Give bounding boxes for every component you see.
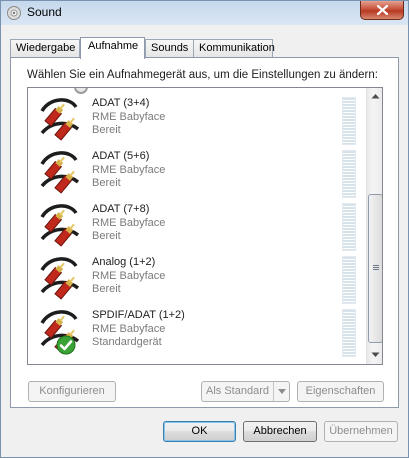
device-driver: RME Babyface xyxy=(92,111,166,123)
green-checkmark-icon xyxy=(56,335,76,355)
device-name: ADAT (7+8) xyxy=(92,203,150,215)
close-icon xyxy=(377,5,388,15)
device-name: ADAT (3+4) xyxy=(92,97,150,109)
tab-aufnahme[interactable]: Aufnahme xyxy=(80,37,145,59)
chevron-down-icon xyxy=(278,389,286,394)
device-item[interactable]: ADAT (5+6) RME Babyface Bereit xyxy=(28,146,366,199)
configure-button[interactable]: Konfigurieren xyxy=(28,381,116,402)
tab-kommunikation[interactable]: Kommunikation xyxy=(193,39,275,58)
speaker-icon xyxy=(6,5,22,21)
device-status: Standardgerät xyxy=(92,336,162,348)
device-driver: RME Babyface xyxy=(92,323,166,335)
instruction-text: Wählen Sie ein Aufnahmegerät aus, um die… xyxy=(27,69,378,81)
window-title: Sound xyxy=(27,5,62,19)
rca-cable-icon xyxy=(36,148,86,198)
close-button[interactable] xyxy=(360,1,404,20)
rca-cable-icon xyxy=(36,254,86,304)
device-name: Analog (1+2) xyxy=(92,256,156,268)
level-meter xyxy=(342,309,356,357)
device-driver: RME Babyface xyxy=(92,217,166,229)
tab-sounds[interactable]: Sounds xyxy=(145,39,194,58)
rca-cable-icon xyxy=(36,95,86,145)
properties-button[interactable]: Eigenschaften xyxy=(297,381,384,402)
scroll-up-button[interactable] xyxy=(367,88,382,105)
level-meter xyxy=(342,203,356,251)
recording-panel: Wählen Sie ein Aufnahmegerät aus, um die… xyxy=(10,57,399,408)
device-item[interactable]: SPDIF/ADAT (1+2) RME Babyface Standardge… xyxy=(28,305,366,358)
device-name: ADAT (5+6) xyxy=(92,150,150,162)
scroll-down-button[interactable] xyxy=(367,347,382,364)
set-default-split-button[interactable]: Als Standard xyxy=(201,381,290,402)
level-meter xyxy=(342,150,356,198)
device-item[interactable]: Analog (1+2) RME Babyface Bereit xyxy=(28,252,366,305)
scroll-thumb[interactable] xyxy=(368,194,382,343)
tab-wiedergabe[interactable]: Wiedergabe xyxy=(10,39,80,58)
ok-button[interactable]: OK xyxy=(163,421,236,442)
sound-dialog: Sound Wiedergabe Aufnahme Sounds Kommuni… xyxy=(0,0,409,458)
arrow-up-icon xyxy=(371,94,380,99)
rca-cable-icon xyxy=(36,307,86,357)
cancel-button[interactable]: Abbrechen xyxy=(243,421,317,442)
arrow-down-icon xyxy=(371,352,380,357)
device-name: SPDIF/ADAT (1+2) xyxy=(92,309,185,321)
device-driver: RME Babyface xyxy=(92,164,166,176)
title-bar[interactable]: Sound xyxy=(1,1,408,25)
set-default-dropdown[interactable] xyxy=(273,382,289,401)
device-status: Bereit xyxy=(92,124,121,136)
device-list[interactable]: ADAT (3+4) RME Babyface Bereit ADAT (5+6… xyxy=(27,87,383,365)
device-status: Bereit xyxy=(92,230,121,242)
device-driver: RME Babyface xyxy=(92,270,166,282)
dialog-button-bar: OK Abbrechen Übernehmen xyxy=(1,417,408,457)
rca-cable-icon xyxy=(36,201,86,251)
level-meter xyxy=(342,97,356,145)
set-default-label: Als Standard xyxy=(206,385,269,397)
vertical-scrollbar[interactable] xyxy=(366,88,382,364)
device-item[interactable]: ADAT (7+8) RME Babyface Bereit xyxy=(28,199,366,252)
level-meter xyxy=(342,256,356,304)
device-status: Bereit xyxy=(92,283,121,295)
apply-button[interactable]: Übernehmen xyxy=(324,421,398,442)
device-item[interactable]: ADAT (3+4) RME Babyface Bereit xyxy=(28,93,366,146)
device-status: Bereit xyxy=(92,177,121,189)
